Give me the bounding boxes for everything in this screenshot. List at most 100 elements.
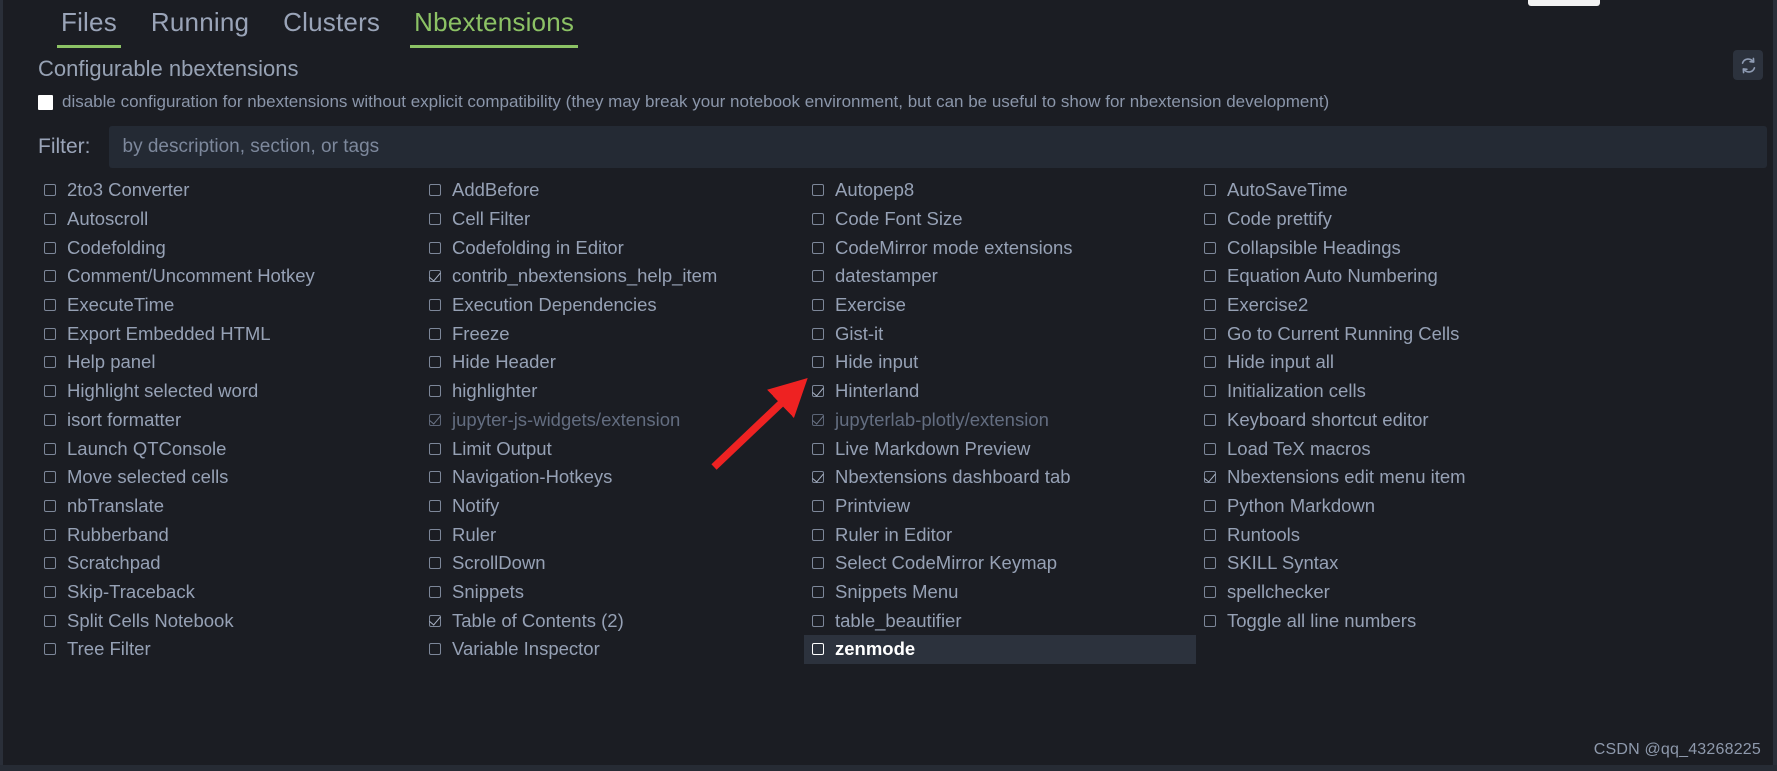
extension-row[interactable]: Nbextensions edit menu item <box>1196 463 1771 492</box>
checkbox-unchecked-icon[interactable] <box>44 614 56 627</box>
checkbox-checked-icon[interactable] <box>429 614 441 627</box>
checkbox-checked-icon[interactable] <box>812 413 824 426</box>
extension-row[interactable]: ScrollDown <box>421 549 804 578</box>
checkbox-unchecked-icon[interactable] <box>44 557 56 570</box>
checkbox-checked-icon[interactable] <box>812 385 824 398</box>
extension-row[interactable]: AutoSaveTime <box>1196 176 1771 205</box>
checkbox-unchecked-icon[interactable] <box>812 585 824 598</box>
checkbox-unchecked-icon[interactable] <box>1204 528 1216 541</box>
extension-row[interactable]: Printview <box>804 492 1196 521</box>
checkbox-unchecked-icon[interactable] <box>44 471 56 484</box>
checkbox-unchecked-icon[interactable] <box>44 270 56 283</box>
refresh-button[interactable] <box>1733 50 1763 80</box>
checkbox-unchecked-icon[interactable] <box>429 499 441 512</box>
extension-row[interactable]: Code Font Size <box>804 205 1196 234</box>
extension-row[interactable]: Codefolding <box>36 233 421 262</box>
checkbox-unchecked-icon[interactable] <box>429 385 441 398</box>
extension-row[interactable]: Toggle all line numbers <box>1196 606 1771 635</box>
extension-row[interactable]: Autoscroll <box>36 205 421 234</box>
checkbox-unchecked-icon[interactable] <box>812 643 824 656</box>
checkbox-unchecked-icon[interactable] <box>44 585 56 598</box>
checkbox-unchecked-icon[interactable] <box>812 327 824 340</box>
extension-row[interactable]: Freeze <box>421 319 804 348</box>
checkbox-unchecked-icon[interactable] <box>1204 413 1216 426</box>
extension-row[interactable]: Gist-it <box>804 319 1196 348</box>
extension-row[interactable]: Hide Header <box>421 348 804 377</box>
checkbox-unchecked-icon[interactable] <box>812 241 824 254</box>
extension-row[interactable]: Equation Auto Numbering <box>1196 262 1771 291</box>
checkbox-unchecked-icon[interactable] <box>812 557 824 570</box>
checkbox-unchecked-icon[interactable] <box>812 442 824 455</box>
filter-input[interactable] <box>108 126 1767 168</box>
checkbox-unchecked-icon[interactable] <box>44 442 56 455</box>
extension-row[interactable]: Exercise <box>804 291 1196 320</box>
extension-row[interactable]: Ruler <box>421 520 804 549</box>
extension-row[interactable]: Move selected cells <box>36 463 421 492</box>
extension-row[interactable]: highlighter <box>421 377 804 406</box>
checkbox-unchecked-icon[interactable] <box>1204 270 1216 283</box>
checkbox-unchecked-icon[interactable] <box>44 299 56 312</box>
extension-row[interactable]: Select CodeMirror Keymap <box>804 549 1196 578</box>
checkbox-filled-icon[interactable] <box>38 94 53 110</box>
checkbox-unchecked-icon[interactable] <box>1204 327 1216 340</box>
extension-row[interactable]: Snippets <box>421 578 804 607</box>
checkbox-unchecked-icon[interactable] <box>429 471 441 484</box>
checkbox-unchecked-icon[interactable] <box>429 299 441 312</box>
checkbox-unchecked-icon[interactable] <box>44 499 56 512</box>
extension-row[interactable]: datestamper <box>804 262 1196 291</box>
extension-row[interactable]: Export Embedded HTML <box>36 319 421 348</box>
extension-row[interactable]: jupyterlab-plotly/extension <box>804 406 1196 435</box>
extension-row[interactable]: Runtools <box>1196 520 1771 549</box>
extension-row[interactable]: Comment/Uncomment Hotkey <box>36 262 421 291</box>
extension-row[interactable]: Variable Inspector <box>421 635 804 664</box>
checkbox-unchecked-icon[interactable] <box>812 499 824 512</box>
extension-row[interactable]: nbTranslate <box>36 492 421 521</box>
checkbox-unchecked-icon[interactable] <box>812 184 824 197</box>
extension-row[interactable]: Limit Output <box>421 434 804 463</box>
extension-row[interactable]: SKILL Syntax <box>1196 549 1771 578</box>
extension-row[interactable]: Help panel <box>36 348 421 377</box>
extension-row[interactable]: Skip-Traceback <box>36 578 421 607</box>
checkbox-unchecked-icon[interactable] <box>429 557 441 570</box>
extension-row[interactable]: isort formatter <box>36 406 421 435</box>
tab-running[interactable]: Running <box>134 0 266 48</box>
checkbox-unchecked-icon[interactable] <box>429 213 441 226</box>
checkbox-unchecked-icon[interactable] <box>44 327 56 340</box>
checkbox-unchecked-icon[interactable] <box>44 356 56 369</box>
checkbox-unchecked-icon[interactable] <box>812 614 824 627</box>
extension-row[interactable]: Initialization cells <box>1196 377 1771 406</box>
checkbox-unchecked-icon[interactable] <box>429 643 441 656</box>
extension-row[interactable]: ExecuteTime <box>36 291 421 320</box>
checkbox-checked-icon[interactable] <box>1204 471 1216 484</box>
checkbox-unchecked-icon[interactable] <box>1204 184 1216 197</box>
extension-row[interactable]: Python Markdown <box>1196 492 1771 521</box>
extension-row[interactable]: Table of Contents (2) <box>421 606 804 635</box>
extension-row[interactable]: Notify <box>421 492 804 521</box>
tab-nbextensions[interactable]: Nbextensions <box>397 0 591 48</box>
extension-row[interactable]: Rubberband <box>36 520 421 549</box>
extension-row[interactable]: Hinterland <box>804 377 1196 406</box>
extension-row[interactable]: Keyboard shortcut editor <box>1196 406 1771 435</box>
checkbox-unchecked-icon[interactable] <box>44 241 56 254</box>
extension-row[interactable]: Execution Dependencies <box>421 291 804 320</box>
extension-row[interactable]: Highlight selected word <box>36 377 421 406</box>
checkbox-unchecked-icon[interactable] <box>1204 356 1216 369</box>
extension-row[interactable]: contrib_nbextensions_help_item <box>421 262 804 291</box>
extension-row[interactable]: Tree Filter <box>36 635 421 664</box>
checkbox-unchecked-icon[interactable] <box>429 241 441 254</box>
extension-row[interactable]: Hide input all <box>1196 348 1771 377</box>
checkbox-unchecked-icon[interactable] <box>1204 585 1216 598</box>
checkbox-unchecked-icon[interactable] <box>1204 614 1216 627</box>
checkbox-unchecked-icon[interactable] <box>429 356 441 369</box>
extension-row[interactable]: Navigation-Hotkeys <box>421 463 804 492</box>
extension-row[interactable]: CodeMirror mode extensions <box>804 233 1196 262</box>
checkbox-unchecked-icon[interactable] <box>812 299 824 312</box>
extension-row[interactable]: zenmode <box>804 635 1196 664</box>
checkbox-unchecked-icon[interactable] <box>44 643 56 656</box>
checkbox-unchecked-icon[interactable] <box>44 528 56 541</box>
checkbox-unchecked-icon[interactable] <box>1204 299 1216 312</box>
checkbox-unchecked-icon[interactable] <box>429 585 441 598</box>
checkbox-unchecked-icon[interactable] <box>429 442 441 455</box>
extension-row[interactable]: Exercise2 <box>1196 291 1771 320</box>
tab-files[interactable]: Files <box>44 0 134 48</box>
